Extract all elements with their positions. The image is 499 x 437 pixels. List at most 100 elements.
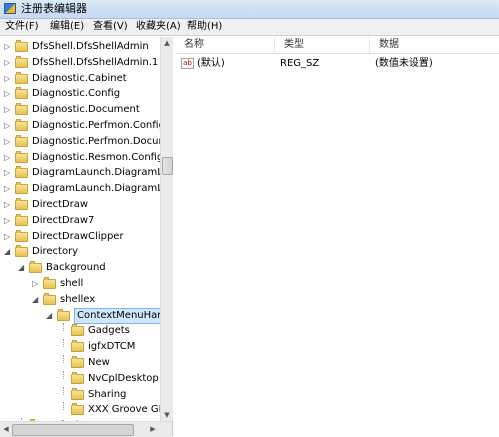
tree-item[interactable]: ▷ DirectDraw: [0, 197, 172, 213]
menu-help[interactable]: 帮助(H): [185, 19, 224, 35]
tree-item-label: Sharing: [88, 388, 127, 400]
folder-icon: [15, 55, 28, 68]
column-type-header[interactable]: 类型: [275, 37, 370, 53]
registry-key-tree[interactable]: ▷ DfsShell.DfsShellAdmin ▷ DfsShell.DfsShel…: [0, 37, 173, 436]
tree-item-label: shell: [60, 278, 84, 289]
tree-item-label: XXX Groove GI: [88, 404, 162, 416]
tree-item[interactable]: NvCplDesktop: [0, 370, 172, 387]
tree-item[interactable]: ▷ DiagramLaunch.DiagramLau: [0, 165, 172, 181]
folder-icon: [15, 71, 28, 84]
tree-item[interactable]: ◢ shellex: [0, 292, 172, 308]
menu-edit[interactable]: 编辑(E): [48, 19, 86, 35]
tree-connector: [63, 370, 64, 379]
scroll-right-arrow-icon[interactable]: ▶: [148, 424, 158, 434]
tree-item-label: Diagnostic.Resmon.Config: [32, 151, 164, 163]
tree-vertical-scrollbar[interactable]: ▲ ▼: [160, 37, 173, 421]
folder-icon: [43, 277, 56, 289]
tree-item[interactable]: ▷ DiagramLaunch.DiagramLau: [0, 181, 172, 197]
folder-icon: [71, 324, 84, 337]
string-value-icon: ab: [181, 58, 194, 69]
tree-connector: [63, 386, 64, 395]
scroll-down-arrow-icon[interactable]: ▼: [162, 410, 172, 420]
column-data-header[interactable]: 数据: [370, 37, 499, 53]
folder-icon: [15, 40, 28, 52]
tree-item-label: DiagramLaunch.DiagramLau: [32, 167, 173, 179]
tree-item-label: DirectDraw: [32, 199, 89, 210]
expand-arrow-icon[interactable]: ▷: [4, 153, 11, 161]
expand-arrow-icon[interactable]: ▷: [4, 90, 11, 98]
tree-item[interactable]: ▷ DfsShell.DfsShellAdmin.1: [0, 55, 172, 71]
collapse-arrow-icon[interactable]: ◢: [32, 295, 39, 303]
tree-horizontal-scrollbar[interactable]: ◀ ▶: [0, 421, 172, 437]
regedit-app-icon: [4, 3, 16, 14]
scroll-left-arrow-icon[interactable]: ◀: [1, 424, 11, 434]
tree-item[interactable]: ▷ Diagnostic.Config: [0, 86, 172, 102]
expand-arrow-icon[interactable]: ▷: [4, 185, 11, 193]
value-type: REG_SZ: [280, 58, 320, 69]
expand-arrow-icon[interactable]: ▷: [4, 43, 11, 51]
expand-arrow-icon[interactable]: ▷: [4, 58, 11, 66]
tree-item[interactable]: igfxDTCM: [0, 339, 172, 355]
expand-arrow-icon[interactable]: ▷: [4, 216, 11, 224]
collapse-arrow-icon[interactable]: ◢: [18, 264, 25, 272]
expand-arrow-icon[interactable]: ▷: [4, 169, 11, 177]
tree-vertical-scroll-thumb[interactable]: [162, 157, 173, 175]
tree-item-label: New: [88, 357, 110, 368]
list-row[interactable]: ab (默认) REG_SZ (数值未设置): [175, 56, 499, 72]
menu-file[interactable]: 文件(F): [3, 19, 41, 35]
folder-icon: [15, 182, 28, 195]
tree-item-label: DfsShell.DfsShellAdmin.1: [32, 56, 159, 68]
tree-item-label-selected: ContextMenuHand: [74, 307, 172, 324]
folder-icon: [71, 387, 84, 400]
tree-item[interactable]: ▷ Diagnostic.Resmon.Config: [0, 150, 172, 166]
tree-item[interactable]: Gadgets: [0, 323, 172, 339]
column-name-header[interactable]: 名称: [175, 37, 275, 53]
tree-item[interactable]: ◢ ContextMenuHand: [0, 307, 172, 324]
tree-item-label: Diagnostic.Document: [32, 104, 140, 116]
tree-item-label: DirectDrawClipper: [32, 230, 124, 242]
values-list-pane: 名称 类型 数据 ab (默认) REG_SZ (数值未设置): [175, 37, 499, 436]
expand-arrow-icon[interactable]: ▷: [4, 232, 11, 240]
expand-arrow-icon[interactable]: ▷: [32, 280, 39, 288]
expand-arrow-icon[interactable]: ▷: [4, 201, 11, 209]
tree-item-label: igfxDTCM: [88, 341, 136, 353]
folder-icon: [43, 292, 56, 305]
menu-favorites[interactable]: 收藏夹(A): [134, 19, 183, 35]
tree-item-label: Gadgets: [88, 325, 130, 337]
tree-item[interactable]: Sharing: [0, 386, 172, 403]
tree-item[interactable]: ▷ Diagnostic.Perfmon.Docume: [0, 134, 172, 150]
folder-icon: [29, 261, 42, 274]
tree-item-label: Background: [46, 262, 106, 274]
tree-item[interactable]: ▷ DfsShell.DfsShellAdmin: [0, 39, 172, 55]
scroll-up-arrow-icon[interactable]: ▲: [162, 38, 172, 48]
expand-arrow-icon[interactable]: ▷: [4, 122, 11, 130]
menu-view[interactable]: 查看(V): [91, 19, 130, 35]
value-data: (数值未设置): [375, 58, 433, 69]
tree-item-label: Diagnostic.Cabinet: [32, 72, 127, 84]
tree-horizontal-scroll-thumb[interactable]: [12, 424, 134, 436]
tree-item[interactable]: New: [0, 355, 172, 371]
tree-item-label: DiagramLaunch.DiagramLau: [32, 183, 173, 195]
window-title: 注册表编辑器: [21, 2, 87, 15]
expand-arrow-icon[interactable]: ▷: [4, 74, 11, 82]
tree-item[interactable]: ▷ Diagnostic.Perfmon.Config: [0, 118, 172, 134]
tree-item[interactable]: ▷ Diagnostic.Cabinet: [0, 71, 172, 87]
collapse-arrow-icon[interactable]: ◢: [46, 311, 53, 319]
value-name: (默认): [197, 58, 225, 69]
tree-connector: [63, 323, 64, 332]
folder-icon: [15, 166, 28, 179]
tree-item[interactable]: ▷ Diagnostic.Document: [0, 102, 172, 118]
tree-item[interactable]: ▷ DirectDrawClipper: [0, 229, 172, 245]
collapse-arrow-icon[interactable]: ◢: [4, 248, 11, 256]
tree-item[interactable]: ◢ Background: [0, 260, 172, 276]
tree-item-label: shellex: [60, 293, 96, 305]
folder-icon: [15, 87, 28, 100]
tree-item[interactable]: ▷ DirectDraw7: [0, 213, 172, 229]
tree-item[interactable]: ▷ shell: [0, 276, 172, 292]
tree-item[interactable]: ◢ Directory: [0, 244, 172, 260]
folder-icon: [71, 371, 84, 384]
tree-item[interactable]: XXX Groove GI: [0, 402, 172, 418]
expand-arrow-icon[interactable]: ▷: [4, 137, 11, 145]
expand-arrow-icon[interactable]: ▷: [4, 106, 11, 114]
folder-icon: [15, 119, 28, 131]
